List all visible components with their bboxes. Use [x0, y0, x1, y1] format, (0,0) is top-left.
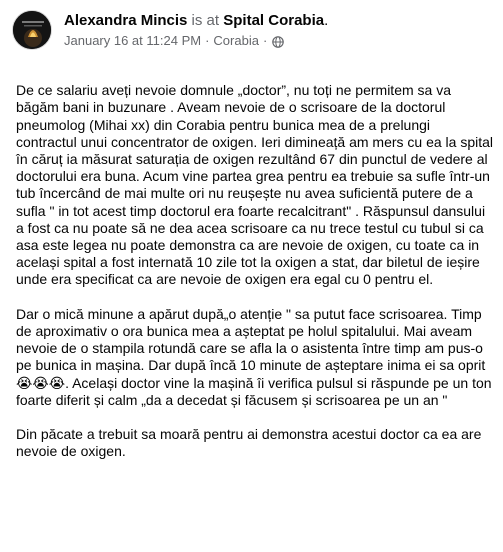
- avatar-image: [13, 11, 51, 49]
- post-header-text: Alexandra Mincis is at Spital Corabia. J…: [64, 11, 484, 50]
- post-paragraph: Dar o mică minune a apărut după„o atenți…: [16, 305, 492, 408]
- title-period: .: [324, 12, 329, 29]
- post-header: Alexandra Mincis is at Spital Corabia. J…: [12, 10, 492, 54]
- author-name-link[interactable]: Alexandra Mincis: [64, 12, 187, 29]
- meta-separator: ·: [205, 33, 210, 48]
- place-link[interactable]: Spital Corabia: [223, 12, 324, 29]
- post-timestamp-link[interactable]: January 16 at 11:24 PM: [64, 32, 201, 50]
- author-avatar[interactable]: [12, 10, 52, 50]
- post-meta-line: January 16 at 11:24 PM · Corabia ·: [64, 32, 484, 50]
- meta-separator-2: ·: [262, 33, 268, 48]
- location-link[interactable]: Corabia: [213, 32, 259, 50]
- facebook-post: Alexandra Mincis is at Spital Corabia. J…: [0, 0, 503, 552]
- post-paragraph: Din păcate a trebuit sa moară pentru ai …: [16, 426, 482, 460]
- globe-icon[interactable]: [272, 35, 285, 48]
- checkin-connector-text: is at: [187, 12, 224, 29]
- post-message: De ce salariu aveți nevoie domnule „doct…: [16, 65, 494, 478]
- post-title-line: Alexandra Mincis is at Spital Corabia.: [64, 11, 484, 31]
- post-paragraph: De ce salariu aveți nevoie domnule „doct…: [16, 82, 494, 288]
